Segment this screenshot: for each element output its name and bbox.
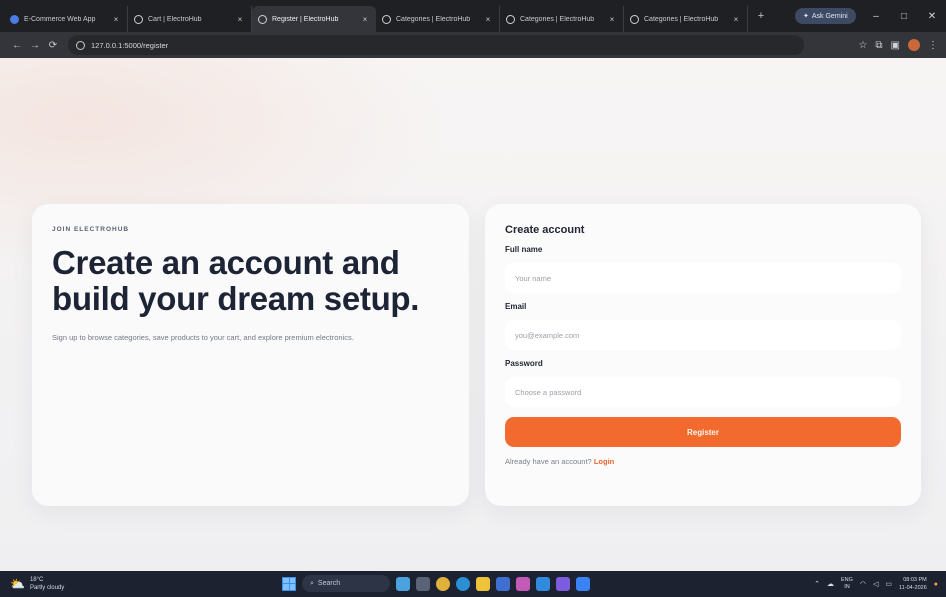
notepad-app-icon[interactable] [576,576,590,591]
taskbar-search-label: Search [317,580,341,587]
email-label: Email [505,302,527,311]
hero-eyebrow: JOIN ELECTROHUB [52,226,130,233]
tab-title: Categories | ElectroHub [396,15,471,23]
tab-title: Categories | ElectroHub [644,15,719,23]
register-button[interactable]: Register [505,417,901,447]
extensions-icon[interactable]: ⧉ [875,40,882,51]
address-bar[interactable]: 127.0.0.1:5000/register [68,35,804,55]
login-link[interactable]: Login [594,457,614,466]
bookmark-star-icon[interactable]: ☆ [858,40,867,51]
language-indicator[interactable]: ENG IN [841,577,853,591]
taskbar-search[interactable]: ⌕ Search [302,575,390,592]
password-field-wrapper [505,377,901,407]
task-view-icon[interactable] [416,576,430,591]
restore-icon[interactable]: □ [890,11,918,22]
app-favicon-icon [10,14,19,24]
email-input[interactable] [515,330,901,340]
browser-tab[interactable]: Categories | ElectroHub × [500,6,624,32]
tab-close-icon[interactable]: × [607,15,617,24]
widgets-app-icon[interactable] [396,576,410,591]
full-name-label: Full name [505,245,543,254]
edge-app-icon[interactable] [456,576,470,591]
ask-gemini-label: Ask Gemini [811,12,848,20]
close-window-icon[interactable]: ✕ [918,11,946,22]
tab-title: Categories | ElectroHub [520,15,595,23]
weather-temperature: 18°C [29,577,44,583]
figma-app-icon[interactable] [516,576,530,591]
login-prompt-line: Already have an account? Login [505,457,901,466]
globe-favicon-icon [258,14,267,24]
hero-card: JOIN ELECTROHUB Create an account and bu… [32,204,469,506]
hero-title: Create an account and build your dream s… [52,244,420,317]
login-prompt-text: Already have an account? [505,457,592,466]
browser-tab[interactable]: E-Commerce Web App × [4,6,128,32]
register-form: Create account Full name Email Password … [485,204,921,506]
ask-gemini-button[interactable]: ✦ Ask Gemini [795,8,856,24]
menu-dots-icon[interactable]: ⋮ [928,40,938,51]
tab-close-icon[interactable]: × [483,15,493,24]
tab-close-icon[interactable]: × [731,15,741,24]
tab-close-icon[interactable]: × [360,15,370,24]
full-name-field-wrapper [505,263,901,293]
browser-tab-active[interactable]: Register | ElectroHub × [252,6,376,32]
email-field-wrapper [505,320,901,350]
minimize-icon[interactable]: – [862,11,890,22]
taskbar-apps: ⌕ Search [282,575,590,592]
file-explorer-icon[interactable] [476,576,490,591]
full-name-input[interactable] [515,273,901,283]
cloud-icon[interactable]: ☁ [827,580,834,588]
register-page: JOIN ELECTROHUB Create an account and bu… [0,58,946,571]
tab-close-icon[interactable]: × [111,15,121,24]
browser-tab[interactable]: Cart | ElectroHub × [128,6,252,32]
wifi-icon[interactable]: ◠ [860,580,866,588]
hero-description: Sign up to browse categories, save produ… [52,333,354,342]
globe-favicon-icon [134,14,143,24]
browser-toolbar: ← → ⟳ 127.0.0.1:5000/register ☆ ⧉ ▣ ⋮ [0,32,946,58]
clock[interactable]: 08:03 PM 11-04-2026 [899,576,927,592]
site-info-icon[interactable] [76,40,85,50]
browser-tab[interactable]: Categories | ElectroHub × [376,6,500,32]
side-panel-icon[interactable]: ▣ [891,40,900,51]
tab-title: Cart | ElectroHub [148,15,202,23]
search-icon: ⌕ [310,579,314,587]
password-input[interactable] [515,387,901,397]
tab-close-icon[interactable]: × [235,15,245,24]
tab-title: Register | ElectroHub [272,15,339,23]
github-app-icon[interactable] [556,576,570,591]
language-code: ENG [840,577,853,583]
back-arrow-icon[interactable]: ← [8,40,26,51]
profile-avatar[interactable] [908,39,920,51]
browser-tab[interactable]: Categories | ElectroHub × [624,6,748,32]
tab-title: E-Commerce Web App [24,15,96,23]
address-bar-url: 127.0.0.1:5000/register [91,40,169,50]
weather-description: Partly cloudy [29,585,65,591]
sparkle-icon: ✦ [803,13,809,20]
forward-arrow-icon[interactable]: → [26,40,44,51]
system-tray: ⌃ ☁ ENG IN ◠ ◁ ▭ 08:03 PM 11-04-2026 ● [814,571,938,597]
battery-icon[interactable]: ▭ [885,580,892,588]
volume-icon[interactable]: ◁ [873,580,878,588]
windows-start-icon[interactable] [282,576,296,591]
globe-favicon-icon [506,14,515,24]
notification-icon[interactable]: ● [934,581,938,588]
new-tab-button[interactable]: + [752,10,770,22]
clock-time: 08:03 PM [903,577,927,583]
form-heading: Create account [505,224,585,236]
password-label: Password [505,359,543,368]
browser-tab-bar: E-Commerce Web App × Cart | ElectroHub ×… [0,0,946,32]
os-taskbar: ⛅ 18°C Partly cloudy ⌕ Search ⌃ ☁ ENG IN… [0,571,946,597]
globe-favicon-icon [630,14,639,24]
vscode-app-icon[interactable] [536,576,550,591]
globe-favicon-icon [382,14,391,24]
weather-widget[interactable]: ⛅ 18°C Partly cloudy [0,576,64,592]
partly-cloudy-icon: ⛅ [10,577,25,591]
region-code: IN [844,584,850,590]
reload-icon[interactable]: ⟳ [44,40,62,51]
window-controls: – □ ✕ [862,0,946,32]
clock-date: 11-04-2026 [899,585,927,591]
chevron-up-icon[interactable]: ⌃ [814,580,820,588]
store-app-icon[interactable] [496,576,510,591]
chrome-app-icon[interactable] [436,576,450,591]
